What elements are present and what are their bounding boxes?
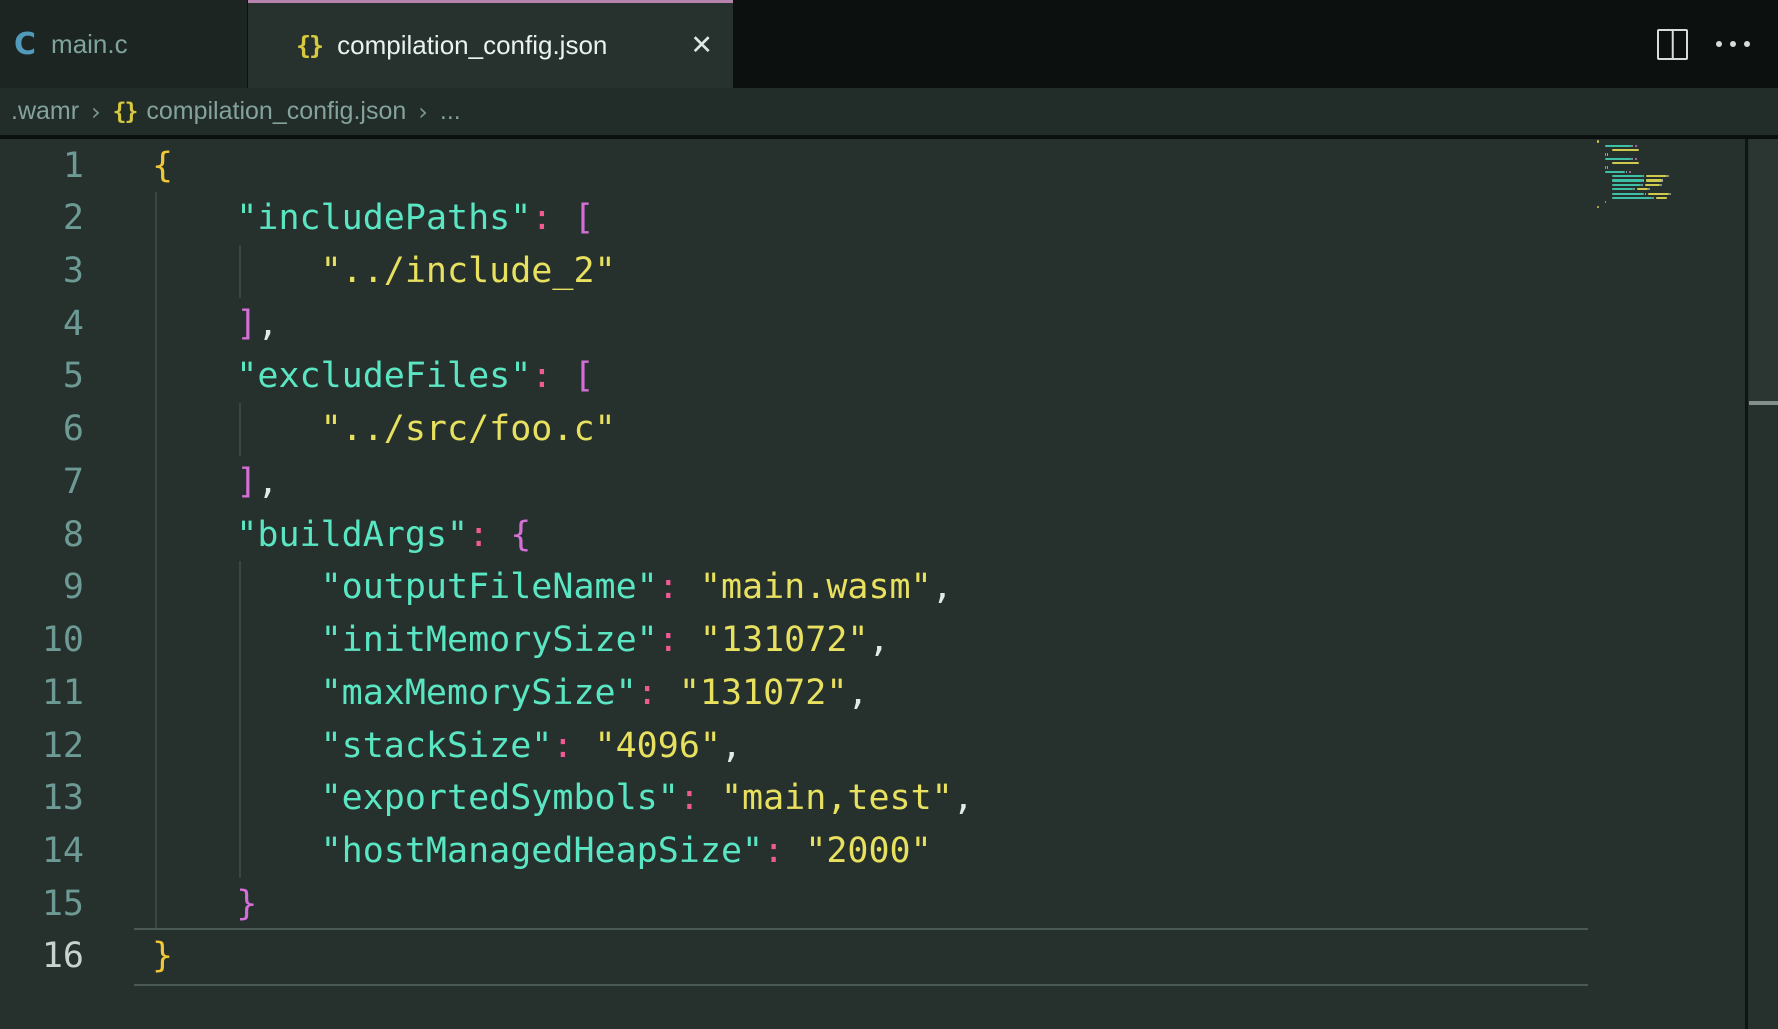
minimap-line	[1635, 145, 1637, 147]
minimap-line	[1612, 193, 1644, 195]
editor-actions	[1657, 0, 1750, 88]
minimap-line	[1597, 140, 1599, 142]
split-editor-icon[interactable]	[1657, 29, 1688, 60]
minimap-line	[1629, 171, 1631, 173]
code-line[interactable]: "buildArgs": {	[152, 509, 531, 562]
minimap-line	[1612, 175, 1642, 177]
line-number: 6	[0, 403, 84, 456]
scrollbar-slider[interactable]	[1749, 139, 1778, 401]
code-line[interactable]: "maxMemorySize": "131072",	[152, 667, 868, 720]
json-braces-icon: {}	[113, 99, 137, 125]
minimap-line	[1612, 149, 1639, 151]
minimap-line	[1607, 166, 1609, 168]
minimap-line	[1648, 193, 1669, 195]
line-number: 9	[0, 561, 84, 614]
tab-main-c[interactable]: C main.c	[0, 0, 247, 88]
minimap-line	[1605, 158, 1632, 160]
minimap-line	[1605, 145, 1632, 147]
line-number: 5	[0, 350, 84, 403]
minimap-line	[1643, 179, 1645, 181]
close-icon[interactable]: ✕	[690, 32, 713, 59]
minimap-line	[1612, 197, 1652, 199]
minimap-line	[1612, 184, 1641, 186]
minimap-line	[1669, 193, 1671, 195]
scrollbar-mark	[1749, 401, 1778, 405]
code-line[interactable]: "../include_2"	[152, 245, 616, 298]
code-line[interactable]: "stackSize": "4096",	[152, 720, 742, 773]
line-number: 16	[0, 930, 84, 983]
code-line[interactable]: ],	[152, 456, 278, 509]
code-line[interactable]: "../src/foo.c"	[152, 403, 616, 456]
code-line[interactable]: }	[152, 878, 257, 931]
minimap-line	[1646, 179, 1661, 181]
line-number: 7	[0, 456, 84, 509]
code-line[interactable]: "outputFileName": "main.wasm",	[152, 561, 953, 614]
more-actions-icon[interactable]	[1716, 41, 1750, 47]
line-number: 10	[0, 614, 84, 667]
minimap-line	[1631, 158, 1633, 160]
breadcrumb: .wamr › {} compilation_config.json › ...	[0, 88, 1778, 135]
line-number: 12	[0, 720, 84, 773]
c-file-icon: C	[14, 27, 36, 62]
tab-label: main.c	[51, 29, 128, 60]
tab-compilation-config-json[interactable]: {} compilation_config.json ✕	[248, 0, 733, 88]
minimap-line	[1648, 188, 1650, 190]
minimap-line	[1597, 206, 1599, 208]
code-line[interactable]: "hostManagedHeapSize": "2000"	[152, 825, 932, 878]
line-number: 14	[0, 825, 84, 878]
code-line[interactable]: "excludeFiles": [	[152, 350, 595, 403]
code-line[interactable]: ],	[152, 298, 278, 351]
breadcrumb-item-file[interactable]: compilation_config.json	[146, 97, 406, 126]
minimap-line	[1656, 197, 1667, 199]
minimap-line	[1633, 188, 1635, 190]
editor-pane[interactable]: 12345678910111213141516 { "includePaths"…	[0, 139, 1778, 1029]
minimap-line	[1626, 171, 1628, 173]
minimap-line	[1607, 153, 1609, 155]
code-line[interactable]: "includePaths": [	[152, 192, 595, 245]
line-number: 15	[0, 878, 84, 931]
line-number: 8	[0, 509, 84, 562]
minimap-line	[1637, 188, 1648, 190]
breadcrumb-item-wamr[interactable]: .wamr	[11, 97, 79, 126]
code-line[interactable]: {	[152, 140, 173, 193]
line-number: 13	[0, 772, 84, 825]
minimap-line	[1667, 175, 1669, 177]
minimap-line	[1605, 171, 1626, 173]
tab-bar: C main.c {} compilation_config.json ✕	[0, 0, 1778, 88]
line-number: 1	[0, 140, 84, 193]
minimap-line	[1605, 201, 1607, 203]
minimap-line	[1646, 175, 1667, 177]
minimap-line	[1631, 145, 1633, 147]
line-number: 4	[0, 298, 84, 351]
json-braces-icon: {}	[296, 31, 322, 60]
current-line-border	[134, 928, 1588, 986]
code-line[interactable]: "exportedSymbols": "main,test",	[152, 772, 974, 825]
line-number: 11	[0, 667, 84, 720]
breadcrumb-ellipsis[interactable]: ...	[440, 97, 461, 126]
line-number: 2	[0, 192, 84, 245]
chevron-right-icon: ›	[91, 98, 101, 126]
minimap-line	[1612, 179, 1642, 181]
minimap-line	[1645, 184, 1660, 186]
minimap-line	[1662, 179, 1664, 181]
code-line[interactable]: "initMemorySize": "131072",	[152, 614, 890, 667]
minimap-border	[1745, 139, 1748, 1029]
minimap-line	[1652, 197, 1654, 199]
minimap-line	[1641, 184, 1643, 186]
tab-label: compilation_config.json	[337, 30, 607, 61]
minimap-line	[1612, 162, 1639, 164]
minimap-line	[1635, 158, 1637, 160]
minimap-line	[1643, 175, 1645, 177]
code-line[interactable]: }	[152, 930, 173, 983]
line-number: 3	[0, 245, 84, 298]
chevron-right-icon: ›	[418, 98, 428, 126]
minimap-line	[1660, 184, 1662, 186]
minimap-line	[1612, 188, 1633, 190]
minimap-line	[1645, 193, 1647, 195]
